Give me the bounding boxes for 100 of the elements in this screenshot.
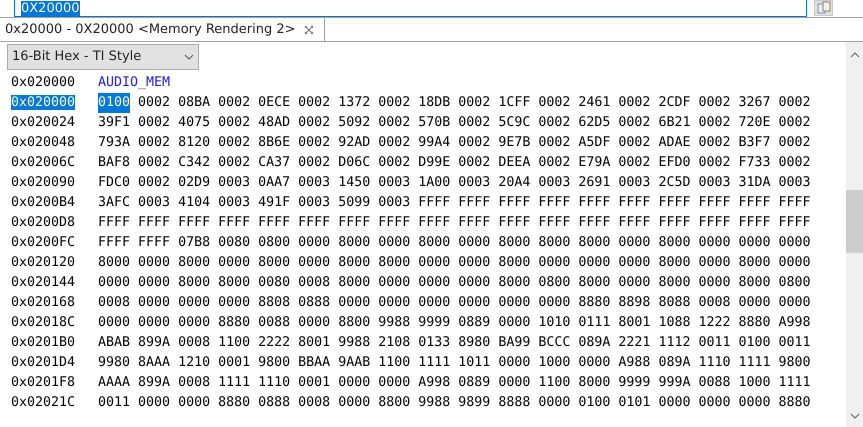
memory-word[interactable]: 39F1	[98, 113, 130, 133]
memory-word[interactable]: 0000	[138, 393, 170, 413]
memory-word[interactable]: FFFF	[618, 193, 650, 213]
memory-word[interactable]: D06C	[338, 153, 370, 173]
memory-word[interactable]: FFFF	[698, 193, 730, 213]
memory-word[interactable]: 0002	[298, 113, 330, 133]
memory-word[interactable]: 8000	[658, 253, 690, 273]
memory-word[interactable]: 0008	[698, 293, 730, 313]
memory-word[interactable]: 0002	[298, 93, 330, 113]
memory-word[interactable]: FFFF	[778, 193, 811, 213]
memory-word[interactable]: 0008	[98, 293, 130, 313]
memory-word[interactable]: 089A	[578, 333, 610, 353]
row-address[interactable]: 0x02021C	[11, 395, 76, 410]
memory-word[interactable]: 2C5D	[658, 173, 690, 193]
memory-word[interactable]: 0000	[618, 233, 650, 253]
memory-word[interactable]: 0000	[98, 313, 130, 333]
memory-word[interactable]: 8000	[498, 233, 530, 253]
memory-word[interactable]: 9800	[258, 353, 290, 373]
memory-word[interactable]: CA37	[258, 153, 290, 173]
memory-word[interactable]: 3267	[738, 93, 771, 113]
memory-word[interactable]: 0002	[538, 133, 570, 153]
memory-word[interactable]: 0800	[778, 273, 811, 293]
memory-word[interactable]: 0002	[618, 153, 650, 173]
memory-word[interactable]: 0002	[538, 113, 570, 133]
memory-word[interactable]: 0000	[378, 373, 410, 393]
memory-word[interactable]: 1000	[538, 353, 570, 373]
memory-word[interactable]: FFFF	[738, 213, 771, 233]
memory-word[interactable]: 8880	[578, 293, 610, 313]
memory-word[interactable]: 0002	[378, 113, 410, 133]
memory-word[interactable]: 0000	[578, 253, 610, 273]
memory-word[interactable]: 0000	[618, 253, 650, 273]
address-field[interactable]: 0X20000	[14, 0, 807, 17]
memory-word[interactable]: FDC0	[98, 173, 130, 193]
memory-word[interactable]: 0133	[418, 333, 450, 353]
memory-word[interactable]: ADAE	[658, 133, 690, 153]
memory-word[interactable]: 3AFC	[98, 193, 130, 213]
memory-word[interactable]: 0000	[538, 293, 570, 313]
memory-word[interactable]: 2221	[618, 333, 650, 353]
memory-word[interactable]: 5C9C	[498, 113, 530, 133]
memory-word[interactable]: 20A4	[498, 173, 530, 193]
memory-word[interactable]: E79A	[578, 153, 610, 173]
memory-word[interactable]: 0000	[338, 373, 370, 393]
memory-word[interactable]: 8980	[458, 333, 490, 353]
memory-word[interactable]: 1111	[738, 353, 771, 373]
memory-word[interactable]: D99E	[418, 153, 450, 173]
memory-word[interactable]: 0000	[98, 273, 130, 293]
memory-word[interactable]: 8000	[378, 253, 410, 273]
memory-word[interactable]: 8000	[338, 273, 370, 293]
memory-word[interactable]: 0002	[218, 113, 250, 133]
memory-word[interactable]: BCCC	[538, 333, 570, 353]
memory-word[interactable]: 0ECE	[258, 93, 290, 113]
memory-word[interactable]: 8880	[218, 313, 250, 333]
memory-word[interactable]: 9800	[778, 353, 811, 373]
memory-word[interactable]: 0011	[698, 333, 730, 353]
memory-word[interactable]: 0800	[538, 273, 570, 293]
memory-word[interactable]: 0000	[418, 253, 450, 273]
memory-word[interactable]: 0003	[698, 173, 730, 193]
memory-word[interactable]: 0008	[298, 393, 330, 413]
memory-word[interactable]: 8898	[618, 293, 650, 313]
memory-word[interactable]: 9899	[458, 393, 490, 413]
memory-word[interactable]: 8000	[338, 253, 370, 273]
memory-word[interactable]: 0000	[538, 393, 570, 413]
memory-word[interactable]: 0002	[458, 153, 490, 173]
memory-word[interactable]: FFFF	[458, 213, 490, 233]
memory-word[interactable]: 0002	[778, 133, 811, 153]
memory-word[interactable]: 899A	[138, 373, 170, 393]
memory-word[interactable]: 02D9	[178, 173, 210, 193]
memory-word[interactable]: 0080	[258, 273, 290, 293]
memory-word[interactable]: 0000	[298, 233, 330, 253]
memory-word[interactable]: 0000	[338, 293, 370, 313]
memory-word[interactable]: 0002	[298, 153, 330, 173]
memory-word[interactable]: 08BA	[178, 93, 210, 113]
memory-word[interactable]: EFD0	[658, 153, 690, 173]
copy-button[interactable]	[814, 0, 833, 16]
memory-word[interactable]: 1222	[698, 313, 730, 333]
memory-word[interactable]: 0000	[298, 253, 330, 273]
memory-word[interactable]: 8880	[738, 313, 771, 333]
memory-word[interactable]: 0000	[378, 233, 410, 253]
memory-word[interactable]: 0088	[258, 313, 290, 333]
memory-word[interactable]: 0003	[218, 193, 250, 213]
scrollbar[interactable]	[846, 42, 863, 427]
memory-word[interactable]: 0002	[778, 93, 811, 113]
memory-word[interactable]: 0000	[498, 373, 530, 393]
memory-word[interactable]: 48AD	[258, 113, 290, 133]
memory-word[interactable]: 99A4	[418, 133, 450, 153]
row-address[interactable]: 0x020120	[11, 255, 76, 270]
memory-word[interactable]: 0003	[538, 173, 570, 193]
memory-word[interactable]: 4075	[178, 113, 210, 133]
memory-word[interactable]: 8000	[578, 373, 610, 393]
memory-word[interactable]: 0000	[778, 293, 811, 313]
memory-word[interactable]: 0000	[338, 393, 370, 413]
memory-word[interactable]: 0000	[698, 273, 730, 293]
chevron-up-icon[interactable]	[850, 52, 860, 58]
memory-word[interactable]: FFFF	[258, 213, 290, 233]
memory-word[interactable]: 8001	[298, 333, 330, 353]
memory-word[interactable]: 18DB	[418, 93, 450, 113]
memory-word[interactable]: 0888	[258, 393, 290, 413]
memory-word[interactable]: 8800	[338, 313, 370, 333]
memory-word[interactable]: A988	[618, 353, 650, 373]
memory-word[interactable]: 0002	[698, 93, 730, 113]
